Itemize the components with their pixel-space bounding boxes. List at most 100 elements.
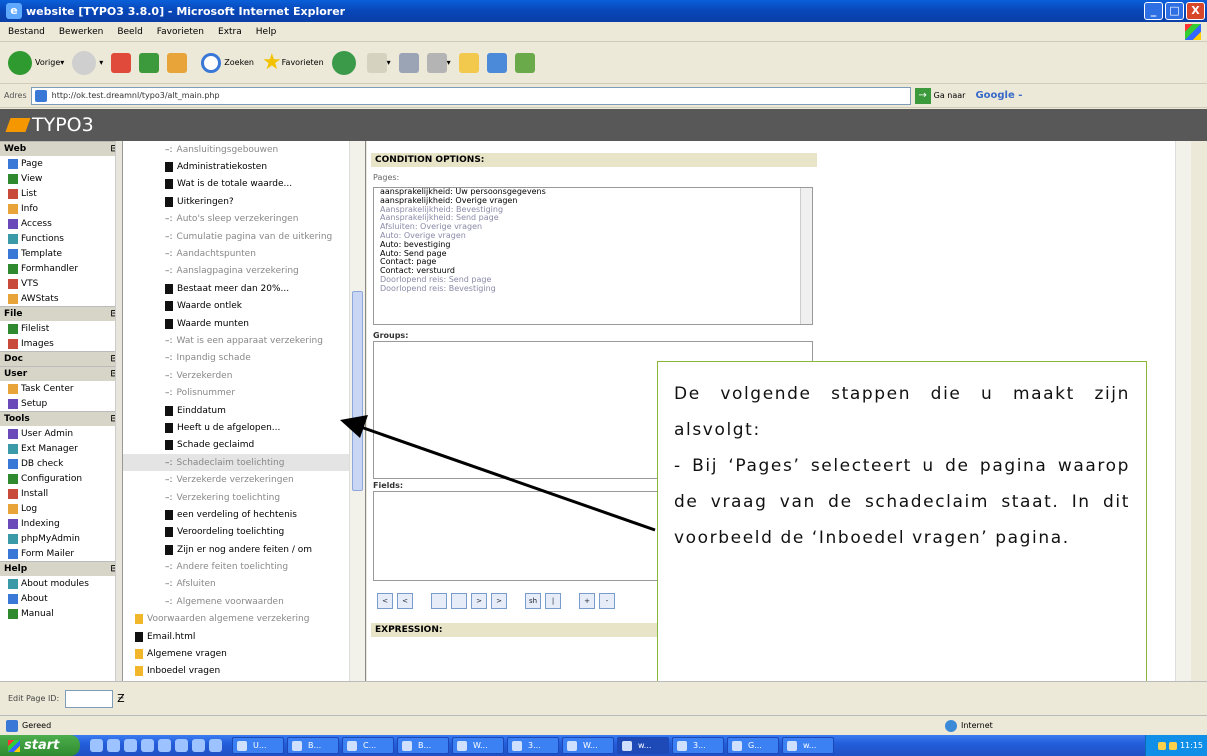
module-item[interactable]: Log	[0, 501, 122, 516]
quick-launch-icon[interactable]	[141, 739, 154, 752]
taskbar-task[interactable]: U...	[232, 737, 284, 754]
tree-item[interactable]: Waarde ontlek	[123, 298, 365, 315]
tree-item[interactable]: –: Afsluiten	[123, 576, 365, 593]
tree-item[interactable]: –: Auto's sleep verzekeringen	[123, 211, 365, 228]
print-button[interactable]	[398, 52, 419, 73]
module-item[interactable]: Install	[0, 486, 122, 501]
module-group-1[interactable]: File⊟	[0, 306, 122, 321]
quick-launch-icon[interactable]	[90, 739, 103, 752]
refresh-button[interactable]	[139, 52, 160, 73]
menu-favorites[interactable]: Favorieten	[157, 27, 204, 37]
favorites-button[interactable]: ★ Favorieten	[262, 50, 324, 75]
tree-item[interactable]: –: Andere feiten toelichting	[123, 558, 365, 575]
messenger-button[interactable]	[486, 52, 507, 73]
maximize-button[interactable]: □	[1165, 2, 1184, 20]
taskbar-task[interactable]: B...	[397, 737, 449, 754]
expression-button[interactable]: <	[377, 593, 393, 609]
pages-option[interactable]: Auto: Send page	[374, 249, 812, 259]
quick-launch-icon[interactable]	[192, 739, 205, 752]
tree-item[interactable]: –: Aansluitingsgebouwen	[123, 141, 365, 158]
expression-button[interactable]: -	[599, 593, 615, 609]
taskbar-task[interactable]: 3...	[507, 737, 559, 754]
tree-item[interactable]: een verdeling of hechtenis	[123, 506, 365, 523]
folder-button[interactable]	[458, 52, 479, 73]
module-item[interactable]: Info	[0, 201, 122, 216]
taskbar-task[interactable]: w...	[782, 737, 834, 754]
tree-item[interactable]: –: Algemene voorwaarden	[123, 593, 365, 610]
tray-icon[interactable]	[1168, 741, 1177, 750]
module-item[interactable]: Template	[0, 246, 122, 261]
tree-item[interactable]: Algemene vragen	[123, 645, 365, 662]
expression-button[interactable]: |	[545, 593, 561, 609]
expression-button[interactable]	[431, 593, 447, 609]
tree-item[interactable]: Uitkeringen?	[123, 193, 365, 210]
module-item[interactable]: Indexing	[0, 516, 122, 531]
tree-item[interactable]: Schade geclaimd	[123, 437, 365, 454]
quick-launch-icon[interactable]	[158, 739, 171, 752]
tree-item[interactable]: –: Verzekerde verzekeringen	[123, 471, 365, 488]
tree-item[interactable]: Veroordeling toelichting	[123, 524, 365, 541]
tree-item[interactable]: –: Aanslagpagina verzekering	[123, 263, 365, 280]
module-item[interactable]: Functions	[0, 231, 122, 246]
quick-launch-icon[interactable]	[209, 739, 222, 752]
module-item[interactable]: Form Mailer	[0, 546, 122, 561]
forward-button[interactable]: ▾	[72, 50, 103, 75]
expression-button[interactable]: >	[471, 593, 487, 609]
tray-icon[interactable]	[1157, 741, 1166, 750]
module-item[interactable]: DB check	[0, 456, 122, 471]
tree-item[interactable]: Voorwaarden algemene verzekering	[123, 611, 365, 628]
tree-item[interactable]: –: Schadeclaim toelichting	[123, 454, 365, 472]
tree-item[interactable]: –: Inpandig schade	[123, 350, 365, 367]
taskbar-task[interactable]: B...	[287, 737, 339, 754]
edit-button[interactable]: ▾	[426, 52, 451, 73]
tree-item[interactable]: –: Aandachtspunten	[123, 245, 365, 262]
module-item[interactable]: About	[0, 591, 122, 606]
quick-launch-icon[interactable]	[107, 739, 120, 752]
menu-view[interactable]: Beeld	[117, 27, 142, 37]
menu-help[interactable]: Help	[256, 27, 277, 37]
go-button[interactable]: → Ga naar	[914, 87, 965, 104]
history-button[interactable]	[331, 50, 359, 75]
module-group-0[interactable]: Web⊟	[0, 141, 122, 156]
tree-item[interactable]: –: Wat is een apparaat verzekering	[123, 332, 365, 349]
expression-button[interactable]	[451, 593, 467, 609]
pages-scrollbar[interactable]	[800, 188, 812, 324]
taskbar-task[interactable]: 3...	[672, 737, 724, 754]
tree-item[interactable]: –: Cumulatie pagina van de uitkering	[123, 228, 365, 245]
taskbar-task[interactable]: G...	[727, 737, 779, 754]
taskbar-task[interactable]: C...	[342, 737, 394, 754]
tree-item[interactable]: –: Verzekering toelichting	[123, 489, 365, 506]
pages-option[interactable]: Doorlopend reis: Bevestiging	[374, 284, 812, 294]
menu-tools[interactable]: Extra	[218, 27, 242, 37]
module-item[interactable]: phpMyAdmin	[0, 531, 122, 546]
menu-file[interactable]: Bestand	[8, 27, 45, 37]
address-input[interactable]: http://ok.test.dreamnl/typo3/alt_main.ph…	[30, 86, 911, 105]
minimize-button[interactable]: _	[1144, 2, 1163, 20]
module-item[interactable]: View	[0, 171, 122, 186]
edit-page-go-icon[interactable]: Ƶ	[117, 692, 125, 705]
search-button[interactable]: Zoeken	[201, 52, 254, 73]
expression-button[interactable]: sh	[525, 593, 541, 609]
stop-button[interactable]	[111, 52, 132, 73]
module-item[interactable]: Formhandler	[0, 261, 122, 276]
module-item[interactable]: List	[0, 186, 122, 201]
module-item[interactable]: User Admin	[0, 426, 122, 441]
module-group-4[interactable]: Tools⊟	[0, 411, 122, 426]
tree-item[interactable]: Waarde munten	[123, 315, 365, 332]
module-group-2[interactable]: Doc⊟	[0, 351, 122, 366]
module-group-3[interactable]: User⊟	[0, 366, 122, 381]
expression-button[interactable]: +	[579, 593, 595, 609]
module-item[interactable]: Filelist	[0, 321, 122, 336]
users-button[interactable]	[514, 52, 535, 73]
module-item[interactable]: Manual	[0, 606, 122, 621]
quick-launch-icon[interactable]	[124, 739, 137, 752]
tree-item[interactable]: –: Verzekerden	[123, 367, 365, 384]
module-item[interactable]: Setup	[0, 396, 122, 411]
module-item[interactable]: Images	[0, 336, 122, 351]
module-item[interactable]: Configuration	[0, 471, 122, 486]
start-button[interactable]: start	[0, 735, 80, 756]
tree-item[interactable]: Email.html	[123, 628, 365, 645]
tree-item[interactable]: Heeft u de afgelopen...	[123, 419, 365, 436]
module-item[interactable]: Task Center	[0, 381, 122, 396]
tree-item[interactable]: Zijn er nog andere feiten / om	[123, 541, 365, 558]
